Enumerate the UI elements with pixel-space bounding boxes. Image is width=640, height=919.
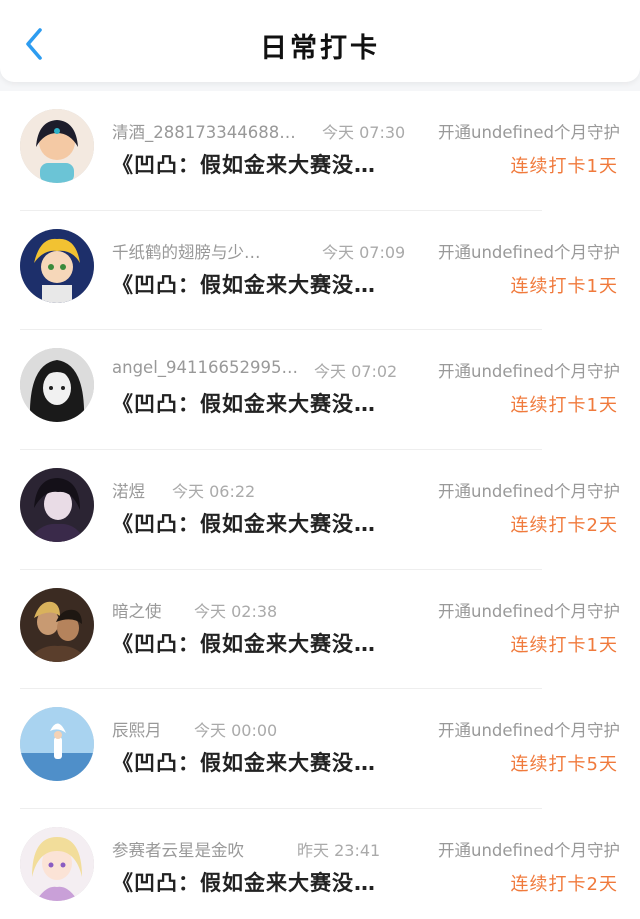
list-item[interactable]: 参赛者云星是金吹 昨天 23:41 开通undefined个月守护 《凹凸：假如…	[0, 809, 640, 919]
avatar[interactable]	[20, 827, 94, 902]
username[interactable]: 清酒_288173344688…	[112, 119, 296, 143]
avatar[interactable]	[20, 587, 94, 662]
guard-info: 开通undefined个月守护	[437, 841, 620, 861]
streak-badge: 连续打卡2天	[510, 515, 618, 537]
guard-info: 开通undefined个月守护	[437, 242, 620, 262]
timestamp: 今天 06:22	[172, 482, 256, 502]
avatar[interactable]	[20, 228, 94, 303]
streak-badge: 连续打卡1天	[510, 275, 618, 297]
list-item[interactable]: 渃煜 今天 06:22 开通undefined个月守护 《凹凸：假如金来大赛没……	[0, 450, 640, 570]
book-title[interactable]: 《凹凸：假如金来大赛没…	[112, 508, 412, 538]
timestamp: 今天 07:30	[322, 123, 406, 142]
avatar[interactable]	[20, 707, 94, 782]
book-title[interactable]: 《凹凸：假如金来大赛没…	[112, 747, 412, 777]
list-item[interactable]: 暗之使 今天 02:38 开通undefined个月守护 《凹凸：假如金来大赛没…	[0, 570, 640, 690]
top-bar: 日常打卡	[0, 0, 640, 82]
list-item[interactable]: angel_94116652995345 今天 07:02 开通undefine…	[0, 330, 640, 451]
page-title: 日常打卡	[260, 33, 380, 64]
book-title[interactable]: 《凹凸：假如金来大赛没…	[112, 867, 412, 897]
username[interactable]: angel_94116652995345	[112, 358, 300, 377]
list-item[interactable]: 辰熙月 今天 00:00 开通undefined个月守护 《凹凸：假如金来大赛没…	[0, 689, 640, 810]
avatar[interactable]	[20, 348, 94, 423]
list-item[interactable]: 千纸鹤的翅膀与少… 今天 07:09 开通undefined个月守护 《凹凸：假…	[0, 211, 640, 331]
timestamp: 今天 00:00	[194, 721, 278, 741]
book-title[interactable]: 《凹凸：假如金来大赛没…	[112, 628, 412, 658]
guard-info: 开通undefined个月守护	[437, 362, 620, 382]
username[interactable]: 渃煜	[112, 478, 145, 502]
guard-info: 开通undefined个月守护	[437, 123, 620, 142]
guard-info: 开通undefined个月守护	[437, 721, 620, 741]
streak-badge: 连续打卡5天	[510, 754, 618, 776]
username[interactable]: 千纸鹤的翅膀与少…	[112, 239, 261, 263]
guard-info: 开通undefined个月守护	[437, 601, 620, 621]
timestamp: 今天 02:38	[194, 601, 278, 621]
book-title[interactable]: 《凹凸：假如金来大赛没…	[112, 269, 412, 299]
checkin-list: 清酒_288173344688… 今天 07:30 开通undefined个月守…	[0, 91, 640, 919]
avatar[interactable]	[20, 109, 94, 183]
timestamp: 今天 07:09	[322, 242, 406, 262]
guard-info: 开通undefined个月守护	[437, 482, 620, 502]
timestamp: 昨天 23:41	[297, 841, 381, 861]
avatar[interactable]	[20, 468, 94, 543]
book-title[interactable]: 《凹凸：假如金来大赛没…	[112, 149, 412, 179]
streak-badge: 连续打卡1天	[510, 395, 618, 417]
streak-badge: 连续打卡1天	[510, 156, 618, 177]
book-title[interactable]: 《凹凸：假如金来大赛没…	[112, 388, 412, 418]
streak-badge: 连续打卡2天	[510, 874, 618, 896]
username[interactable]: 辰熙月	[112, 717, 162, 741]
list-item[interactable]: 清酒_288173344688… 今天 07:30 开通undefined个月守…	[0, 91, 640, 211]
timestamp: 今天 07:02	[314, 362, 398, 382]
username[interactable]: 参赛者云星是金吹	[112, 837, 244, 861]
streak-badge: 连续打卡1天	[510, 634, 618, 656]
username[interactable]: 暗之使	[112, 598, 162, 622]
